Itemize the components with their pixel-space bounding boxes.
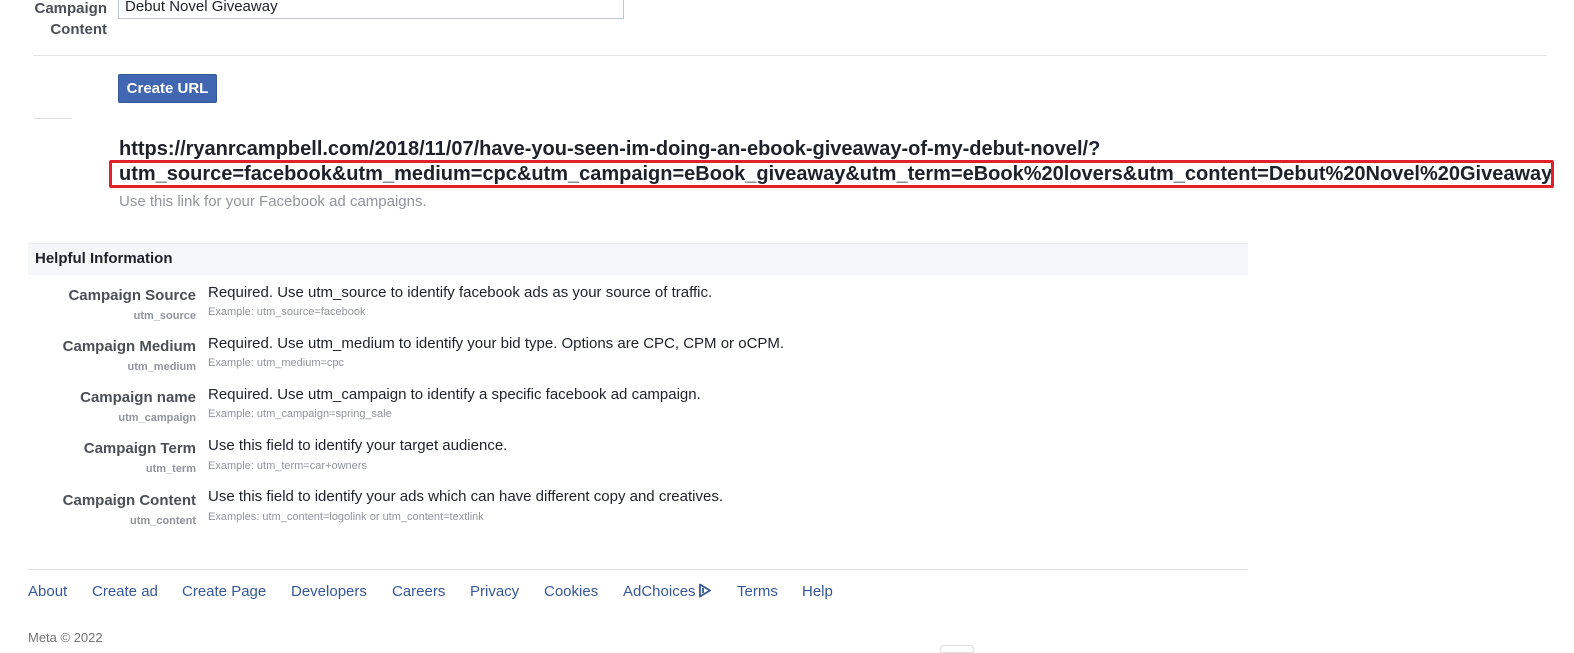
footer-divider [28,569,1248,570]
campaign-content-input[interactable] [118,0,624,19]
url-hint: Use this link for your Facebook ad campa… [119,193,427,210]
footer-link-adchoices[interactable]: AdChoices [623,583,712,600]
helpful-info-header [28,243,1248,275]
campaign-content-label-line2: Content [50,21,107,38]
info-param-utm-medium: utm_medium [127,361,196,373]
footer-link-privacy[interactable]: Privacy [470,583,519,600]
info-example-campaign-medium: Example: utm_medium=cpc [208,357,345,369]
info-desc-campaign-content: Use this field to identify your ads whic… [208,488,724,505]
create-url-button[interactable]: Create URL [118,74,217,103]
adchoices-icon [698,583,711,598]
footer-link-create-ad[interactable]: Create ad [92,583,158,600]
footer-link-careers[interactable]: Careers [392,583,445,600]
info-desc-campaign-name: Required. Use utm_campaign to identify a… [208,386,701,403]
result-divider [34,118,72,119]
info-name-campaign-content: Campaign Content [62,492,196,509]
info-desc-campaign-term: Use this field to identify your target a… [208,437,508,454]
copyright: Meta © 2022 [28,630,103,645]
info-name-campaign-source: Campaign Source [68,287,196,304]
generated-url-base[interactable]: https://ryanrcampbell.com/2018/11/07/hav… [119,137,1100,161]
info-param-utm-source: utm_source [133,310,196,322]
footer-link-developers[interactable]: Developers [291,583,367,600]
campaign-content-label: Campaign Content [0,0,107,40]
footer-link-about[interactable]: About [28,583,67,600]
info-param-utm-content: utm_content [130,515,196,527]
footer-link-cookies[interactable]: Cookies [544,583,598,600]
info-example-campaign-source: Example: utm_source=facebook [208,306,366,318]
campaign-content-label-line1: Campaign [34,0,107,17]
info-example-campaign-content: Examples: utm_content=logolink or utm_co… [208,511,484,523]
info-name-campaign-medium: Campaign Medium [62,338,196,355]
info-name-campaign-term: Campaign Term [83,440,196,457]
form-divider [33,55,1547,56]
info-desc-campaign-medium: Required. Use utm_medium to identify you… [208,335,785,352]
footer-link-create-page[interactable]: Create Page [182,583,266,600]
footer-link-terms[interactable]: Terms [737,583,778,600]
info-name-campaign-name: Campaign name [80,389,196,406]
helpful-info-title: Helpful Information [35,250,173,267]
adchoices-label: AdChoices [623,583,696,600]
info-param-utm-campaign: utm_campaign [118,412,196,424]
scroll-to-top-tab[interactable] [940,645,974,653]
info-example-campaign-term: Example: utm_term=car+owners [208,460,367,472]
info-desc-campaign-source: Required. Use utm_source to identify fac… [208,284,713,301]
info-example-campaign-name: Example: utm_campaign=spring_sale [208,408,392,420]
info-param-utm-term: utm_term [145,463,196,475]
generated-url-params[interactable]: utm_source=facebook&utm_medium=cpc&utm_c… [119,162,1552,186]
footer-link-help[interactable]: Help [802,583,833,600]
